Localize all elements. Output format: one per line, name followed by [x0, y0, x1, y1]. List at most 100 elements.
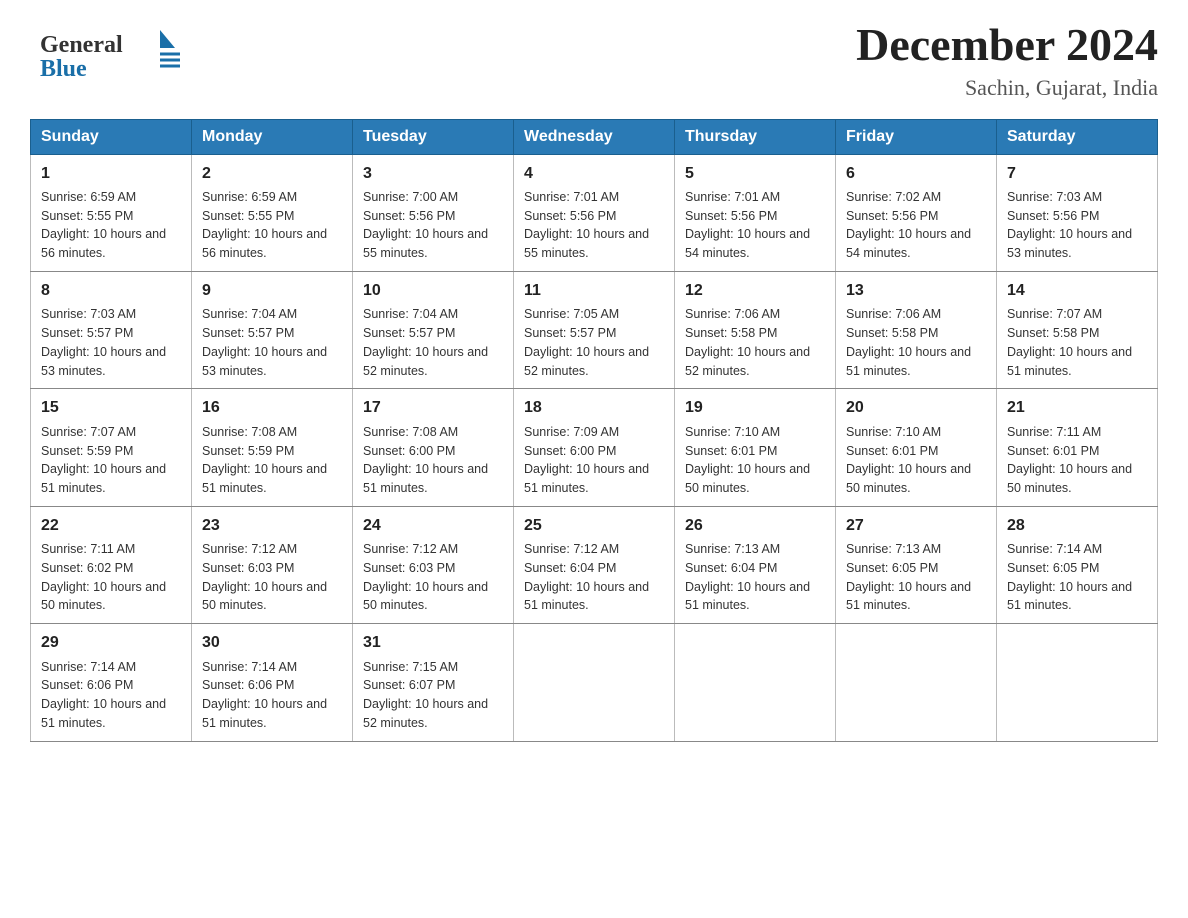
- calendar-header-row: Sunday Monday Tuesday Wednesday Thursday…: [31, 119, 1158, 154]
- calendar-cell: 3 Sunrise: 7:00 AMSunset: 5:56 PMDaylight…: [353, 154, 514, 271]
- header-saturday: Saturday: [997, 119, 1158, 154]
- day-number: 22: [41, 515, 181, 537]
- header-friday: Friday: [836, 119, 997, 154]
- calendar-week-row: 8 Sunrise: 7:03 AMSunset: 5:57 PMDaylight…: [31, 271, 1158, 388]
- calendar-cell: 21 Sunrise: 7:11 AMSunset: 6:01 PMDayligh…: [997, 389, 1158, 506]
- day-info: Sunrise: 7:12 AMSunset: 6:03 PMDaylight:…: [202, 540, 342, 615]
- day-info: Sunrise: 7:08 AMSunset: 6:00 PMDaylight:…: [363, 423, 503, 498]
- header-tuesday: Tuesday: [353, 119, 514, 154]
- calendar-cell: [836, 624, 997, 741]
- day-info: Sunrise: 7:07 AMSunset: 5:58 PMDaylight:…: [1007, 305, 1147, 380]
- logo: General Blue: [30, 20, 190, 80]
- day-number: 10: [363, 280, 503, 302]
- calendar-cell: 26 Sunrise: 7:13 AMSunset: 6:04 PMDayligh…: [675, 506, 836, 623]
- header-thursday: Thursday: [675, 119, 836, 154]
- day-number: 31: [363, 632, 503, 654]
- day-number: 26: [685, 515, 825, 537]
- day-number: 13: [846, 280, 986, 302]
- day-info: Sunrise: 7:14 AMSunset: 6:06 PMDaylight:…: [202, 658, 342, 733]
- calendar-cell: 1 Sunrise: 6:59 AMSunset: 5:55 PMDaylight…: [31, 154, 192, 271]
- day-number: 30: [202, 632, 342, 654]
- logo-svg: General Blue: [30, 20, 190, 80]
- day-number: 1: [41, 163, 181, 185]
- day-info: Sunrise: 6:59 AMSunset: 5:55 PMDaylight:…: [41, 188, 181, 263]
- calendar-cell: 12 Sunrise: 7:06 AMSunset: 5:58 PMDayligh…: [675, 271, 836, 388]
- calendar-week-row: 1 Sunrise: 6:59 AMSunset: 5:55 PMDaylight…: [31, 154, 1158, 271]
- day-number: 9: [202, 280, 342, 302]
- day-number: 17: [363, 397, 503, 419]
- calendar-cell: 14 Sunrise: 7:07 AMSunset: 5:58 PMDayligh…: [997, 271, 1158, 388]
- calendar-cell: 18 Sunrise: 7:09 AMSunset: 6:00 PMDayligh…: [514, 389, 675, 506]
- day-info: Sunrise: 7:07 AMSunset: 5:59 PMDaylight:…: [41, 423, 181, 498]
- calendar-cell: 27 Sunrise: 7:13 AMSunset: 6:05 PMDayligh…: [836, 506, 997, 623]
- day-number: 8: [41, 280, 181, 302]
- day-info: Sunrise: 7:11 AMSunset: 6:02 PMDaylight:…: [41, 540, 181, 615]
- day-info: Sunrise: 7:06 AMSunset: 5:58 PMDaylight:…: [846, 305, 986, 380]
- day-info: Sunrise: 7:03 AMSunset: 5:56 PMDaylight:…: [1007, 188, 1147, 263]
- day-number: 14: [1007, 280, 1147, 302]
- calendar-cell: 20Sunrise: 7:10 AMSunset: 6:01 PMDayligh…: [836, 389, 997, 506]
- calendar-cell: 17 Sunrise: 7:08 AMSunset: 6:00 PMDayligh…: [353, 389, 514, 506]
- day-number: 27: [846, 515, 986, 537]
- day-info: Sunrise: 7:10 AMSunset: 6:01 PMDaylight:…: [685, 423, 825, 498]
- calendar-cell: 11 Sunrise: 7:05 AMSunset: 5:57 PMDayligh…: [514, 271, 675, 388]
- day-info: Sunrise: 7:00 AMSunset: 5:56 PMDaylight:…: [363, 188, 503, 263]
- calendar-cell: 13 Sunrise: 7:06 AMSunset: 5:58 PMDayligh…: [836, 271, 997, 388]
- day-info: Sunrise: 7:14 AMSunset: 6:06 PMDaylight:…: [41, 658, 181, 733]
- calendar-cell: 31 Sunrise: 7:15 AMSunset: 6:07 PMDayligh…: [353, 624, 514, 741]
- svg-text:General: General: [40, 32, 123, 58]
- calendar-cell: 6 Sunrise: 7:02 AMSunset: 5:56 PMDaylight…: [836, 154, 997, 271]
- day-info: Sunrise: 7:13 AMSunset: 6:05 PMDaylight:…: [846, 540, 986, 615]
- day-number: 7: [1007, 163, 1147, 185]
- calendar-cell: 23Sunrise: 7:12 AMSunset: 6:03 PMDayligh…: [192, 506, 353, 623]
- calendar-cell: [514, 624, 675, 741]
- calendar-cell: 9 Sunrise: 7:04 AMSunset: 5:57 PMDaylight…: [192, 271, 353, 388]
- header-monday: Monday: [192, 119, 353, 154]
- calendar-cell: 30 Sunrise: 7:14 AMSunset: 6:06 PMDayligh…: [192, 624, 353, 741]
- day-number: 2: [202, 163, 342, 185]
- calendar-subtitle: Sachin, Gujarat, India: [856, 75, 1158, 101]
- day-number: 19: [685, 397, 825, 419]
- calendar-cell: 25Sunrise: 7:12 AMSunset: 6:04 PMDayligh…: [514, 506, 675, 623]
- calendar-cell: 29 Sunrise: 7:14 AMSunset: 6:06 PMDayligh…: [31, 624, 192, 741]
- day-info: Sunrise: 7:15 AMSunset: 6:07 PMDaylight:…: [363, 658, 503, 733]
- calendar-week-row: 15 Sunrise: 7:07 AMSunset: 5:59 PMDayligh…: [31, 389, 1158, 506]
- day-info: Sunrise: 7:13 AMSunset: 6:04 PMDaylight:…: [685, 540, 825, 615]
- day-info: Sunrise: 7:12 AMSunset: 6:04 PMDaylight:…: [524, 540, 664, 615]
- day-number: 11: [524, 280, 664, 302]
- calendar-cell: 4Sunrise: 7:01 AMSunset: 5:56 PMDaylight…: [514, 154, 675, 271]
- day-info: Sunrise: 7:03 AMSunset: 5:57 PMDaylight:…: [41, 305, 181, 380]
- header-wednesday: Wednesday: [514, 119, 675, 154]
- day-number: 24: [363, 515, 503, 537]
- calendar-cell: 8 Sunrise: 7:03 AMSunset: 5:57 PMDaylight…: [31, 271, 192, 388]
- calendar-cell: 7 Sunrise: 7:03 AMSunset: 5:56 PMDaylight…: [997, 154, 1158, 271]
- day-number: 3: [363, 163, 503, 185]
- day-info: Sunrise: 7:02 AMSunset: 5:56 PMDaylight:…: [846, 188, 986, 263]
- calendar-cell: [997, 624, 1158, 741]
- day-info: Sunrise: 7:06 AMSunset: 5:58 PMDaylight:…: [685, 305, 825, 380]
- day-info: Sunrise: 7:04 AMSunset: 5:57 PMDaylight:…: [202, 305, 342, 380]
- calendar-cell: 24 Sunrise: 7:12 AMSunset: 6:03 PMDayligh…: [353, 506, 514, 623]
- calendar-cell: 2Sunrise: 6:59 AMSunset: 5:55 PMDaylight…: [192, 154, 353, 271]
- day-number: 18: [524, 397, 664, 419]
- day-number: 15: [41, 397, 181, 419]
- day-number: 21: [1007, 397, 1147, 419]
- day-info: Sunrise: 7:01 AMSunset: 5:56 PMDaylight:…: [524, 188, 664, 263]
- calendar-cell: 10 Sunrise: 7:04 AMSunset: 5:57 PMDayligh…: [353, 271, 514, 388]
- svg-text:Blue: Blue: [40, 56, 87, 80]
- day-info: Sunrise: 7:04 AMSunset: 5:57 PMDaylight:…: [363, 305, 503, 380]
- day-number: 29: [41, 632, 181, 654]
- day-info: Sunrise: 7:09 AMSunset: 6:00 PMDaylight:…: [524, 423, 664, 498]
- day-info: Sunrise: 7:12 AMSunset: 6:03 PMDaylight:…: [363, 540, 503, 615]
- day-number: 6: [846, 163, 986, 185]
- calendar-cell: 28Sunrise: 7:14 AMSunset: 6:05 PMDayligh…: [997, 506, 1158, 623]
- day-number: 12: [685, 280, 825, 302]
- calendar-cell: [675, 624, 836, 741]
- calendar-cell: 19 Sunrise: 7:10 AMSunset: 6:01 PMDayligh…: [675, 389, 836, 506]
- day-info: Sunrise: 7:10 AMSunset: 6:01 PMDaylight:…: [846, 423, 986, 498]
- calendar-cell: 5Sunrise: 7:01 AMSunset: 5:56 PMDaylight…: [675, 154, 836, 271]
- day-info: Sunrise: 7:11 AMSunset: 6:01 PMDaylight:…: [1007, 423, 1147, 498]
- day-info: Sunrise: 7:14 AMSunset: 6:05 PMDaylight:…: [1007, 540, 1147, 615]
- day-info: Sunrise: 7:05 AMSunset: 5:57 PMDaylight:…: [524, 305, 664, 380]
- page-header: General Blue December 2024 Sachin, Gujar…: [30, 20, 1158, 101]
